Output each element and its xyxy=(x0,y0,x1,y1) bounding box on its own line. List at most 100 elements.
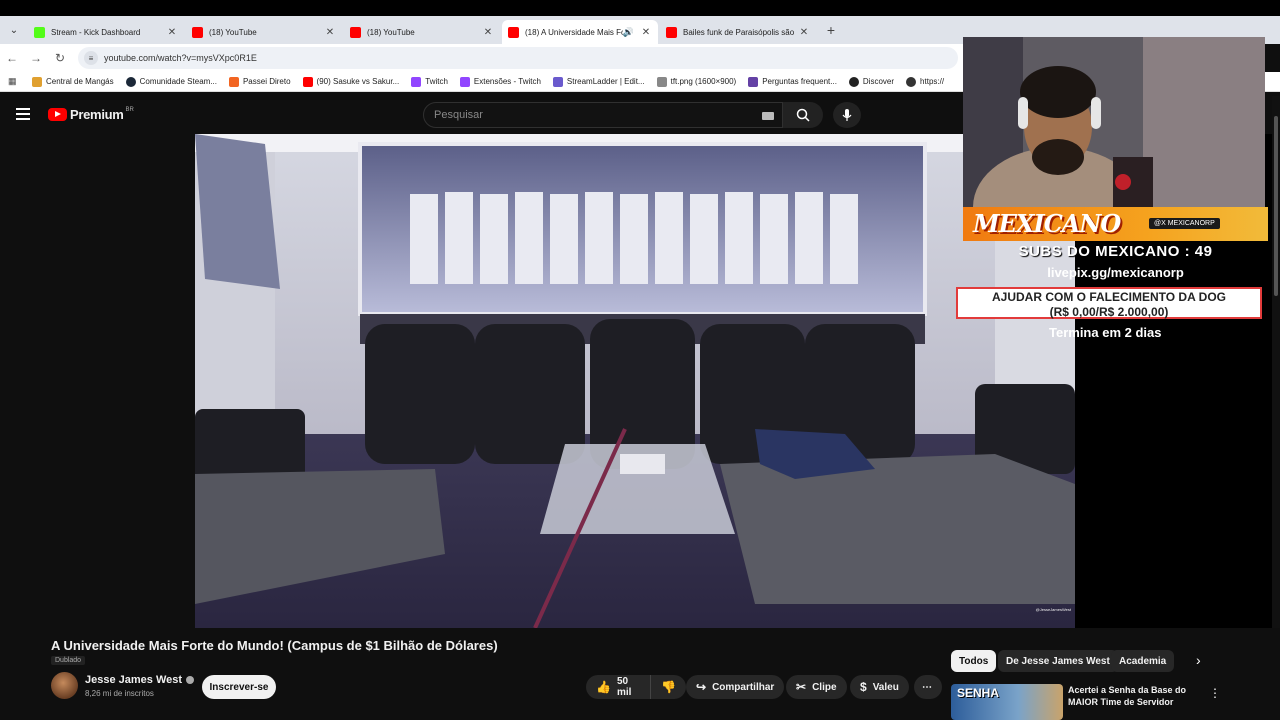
youtube-play-icon xyxy=(48,108,67,121)
back-icon[interactable]: ← xyxy=(0,51,24,65)
tab-search-chevron-icon[interactable]: ⌄ xyxy=(0,16,28,44)
search-input[interactable]: Pesquisar xyxy=(423,102,783,128)
scrollbar-thumb[interactable] xyxy=(1274,116,1278,296)
twitch-icon xyxy=(459,76,470,87)
subscribe-button[interactable]: Inscrever-se xyxy=(202,675,276,699)
bookmark-item[interactable]: tft.png (1600×900) xyxy=(656,76,736,87)
webcam-overlay xyxy=(963,37,1265,207)
bookmark-item[interactable]: Twitch xyxy=(411,76,448,87)
reload-icon[interactable]: ↻ xyxy=(48,51,72,65)
kebab-menu-icon[interactable]: ⋮ xyxy=(1209,686,1221,700)
streamladder-icon xyxy=(552,76,563,87)
chip-channel[interactable]: De Jesse James West xyxy=(998,650,1118,672)
bookmark-label: Twitch xyxy=(425,77,448,86)
country-code: BR xyxy=(125,106,134,113)
bookmark-label: Comunidade Steam... xyxy=(139,77,217,86)
clip-label: Clipe xyxy=(812,681,837,693)
menu-icon[interactable] xyxy=(16,108,30,120)
like-button[interactable]: 👍 50 mil xyxy=(586,675,652,699)
close-icon[interactable]: ✕ xyxy=(166,27,178,38)
tab-youtube-2[interactable]: (18) YouTube ✕ xyxy=(344,20,500,44)
new-tab-button[interactable]: + xyxy=(822,21,840,39)
bookmark-item[interactable]: Perguntas frequent... xyxy=(748,76,837,87)
microphone-icon xyxy=(842,109,852,121)
chip-all[interactable]: Todos xyxy=(951,650,997,672)
bookmark-item[interactable]: Passei Direto xyxy=(228,76,291,87)
close-icon[interactable]: ✕ xyxy=(324,27,336,38)
goal-value: (R$ 0,00/R$ 2.000,00) xyxy=(1049,305,1169,319)
bookmark-item[interactable]: https:// xyxy=(906,76,944,87)
search-button[interactable] xyxy=(783,102,823,128)
goal-ends: Termina em 2 dias xyxy=(1049,325,1162,340)
clip-button[interactable]: ✂ Clipe xyxy=(786,675,847,699)
goal-title: AJUDAR COM O FALECIMENTO DA DOG xyxy=(991,290,1226,304)
scissors-icon: ✂ xyxy=(796,680,807,694)
video-frame-locker-room xyxy=(195,134,1075,628)
bookmark-label: Perguntas frequent... xyxy=(762,77,837,86)
like-dislike-group: 👍 50 mil 👎 xyxy=(586,675,686,699)
top-strip xyxy=(0,0,1280,16)
voice-search-button[interactable] xyxy=(833,102,861,128)
video-title: A Universidade Mais Forte do Mundo! (Cam… xyxy=(51,638,498,653)
tab-bailes-funk[interactable]: Bailes funk de Paraisópolis são ✕ xyxy=(660,20,816,44)
share-button[interactable]: ↪ Compartilhar xyxy=(686,675,785,699)
twitch-icon xyxy=(411,76,422,87)
chevron-right-icon[interactable]: › xyxy=(1196,652,1210,670)
subs-counter: SUBS DO MEXICANO : 49 xyxy=(1018,243,1213,260)
more-actions-button[interactable]: ⋯ xyxy=(914,675,942,699)
bookmark-item[interactable]: (90) Sasuke vs Sakur... xyxy=(302,76,400,87)
tab-title: (18) YouTube xyxy=(209,27,257,37)
search-icon xyxy=(796,108,810,122)
apps-grid-icon[interactable]: ▦ xyxy=(8,76,20,88)
close-icon[interactable]: ✕ xyxy=(798,27,810,38)
bookmark-item[interactable]: StreamLadder | Edit... xyxy=(552,76,645,87)
tab-kick-dashboard[interactable]: Stream - Kick Dashboard ✕ xyxy=(28,20,184,44)
faq-icon xyxy=(748,76,759,87)
brand-text: Premium xyxy=(70,107,124,122)
tab-youtube-1[interactable]: (18) YouTube ✕ xyxy=(186,20,342,44)
passei-direto-icon xyxy=(228,76,239,87)
globe-icon xyxy=(906,76,917,87)
tab-title: (18) YouTube xyxy=(367,27,415,37)
close-icon[interactable]: ✕ xyxy=(640,27,652,38)
streamer-banner: MEXICANO @X MEXICANORP xyxy=(963,207,1268,241)
more-icon: ⋯ xyxy=(922,681,932,693)
recommended-thumbnail[interactable]: SENHA xyxy=(951,684,1063,720)
bookmark-label: StreamLadder | Edit... xyxy=(566,77,645,86)
bookmark-label: (90) Sasuke vs Sakur... xyxy=(316,77,400,86)
channel-avatar[interactable] xyxy=(51,672,78,699)
keyboard-icon[interactable] xyxy=(762,112,774,120)
video-watermark: @JesseJamesWest xyxy=(1035,607,1071,612)
page-scrollbar[interactable] xyxy=(1272,96,1280,706)
bookmark-item[interactable]: Extensões - Twitch xyxy=(459,76,541,87)
recommended-title[interactable]: Acertei a Senha da Base do MAIOR Time de… xyxy=(1068,684,1198,708)
dubbed-badge: Dublado xyxy=(51,656,86,665)
speaker-icon[interactable]: 🔊 xyxy=(623,27,634,38)
chip-academia[interactable]: Academia xyxy=(1111,650,1175,672)
channel-name[interactable]: Jesse James West xyxy=(85,674,195,686)
dislike-button[interactable]: 👎 xyxy=(651,680,686,694)
steam-icon xyxy=(125,76,136,87)
site-info-icon[interactable]: ≡ xyxy=(84,51,98,65)
bookmark-item[interactable]: Comunidade Steam... xyxy=(125,76,217,87)
youtube-icon xyxy=(302,76,313,87)
livepix-link: livepix.gg/mexicanorp xyxy=(1047,265,1184,280)
dub-label: Dublado xyxy=(55,657,82,664)
bookmark-item[interactable]: Central de Mangás xyxy=(32,76,114,87)
channel-name-text: Jesse James West xyxy=(85,674,183,686)
url-input[interactable]: ≡ youtube.com/watch?v=mysVXpc0R1E xyxy=(78,47,958,69)
tab-universidade-active[interactable]: (18) A Universidade Mais Fo 🔊 ✕ xyxy=(502,20,658,44)
thanks-button[interactable]: $ Valeu xyxy=(850,675,909,699)
close-icon[interactable]: ✕ xyxy=(482,27,494,38)
tab-title: Bailes funk de Paraisópolis são xyxy=(683,27,795,37)
forward-icon[interactable]: → xyxy=(24,51,48,65)
video-player[interactable]: @JesseJamesWest xyxy=(195,134,1075,628)
bookmark-item[interactable]: Discover xyxy=(848,76,894,87)
verified-icon xyxy=(186,676,195,685)
tab-title: (18) A Universidade Mais Fo xyxy=(525,27,623,37)
bookmark-label: Passei Direto xyxy=(242,77,291,86)
mexicano-logo: MEXICANO xyxy=(973,209,1121,238)
thumbnail-text: SENHA xyxy=(957,686,1000,700)
share-icon: ↪ xyxy=(696,680,707,694)
youtube-logo[interactable]: Premium BR xyxy=(48,107,134,122)
